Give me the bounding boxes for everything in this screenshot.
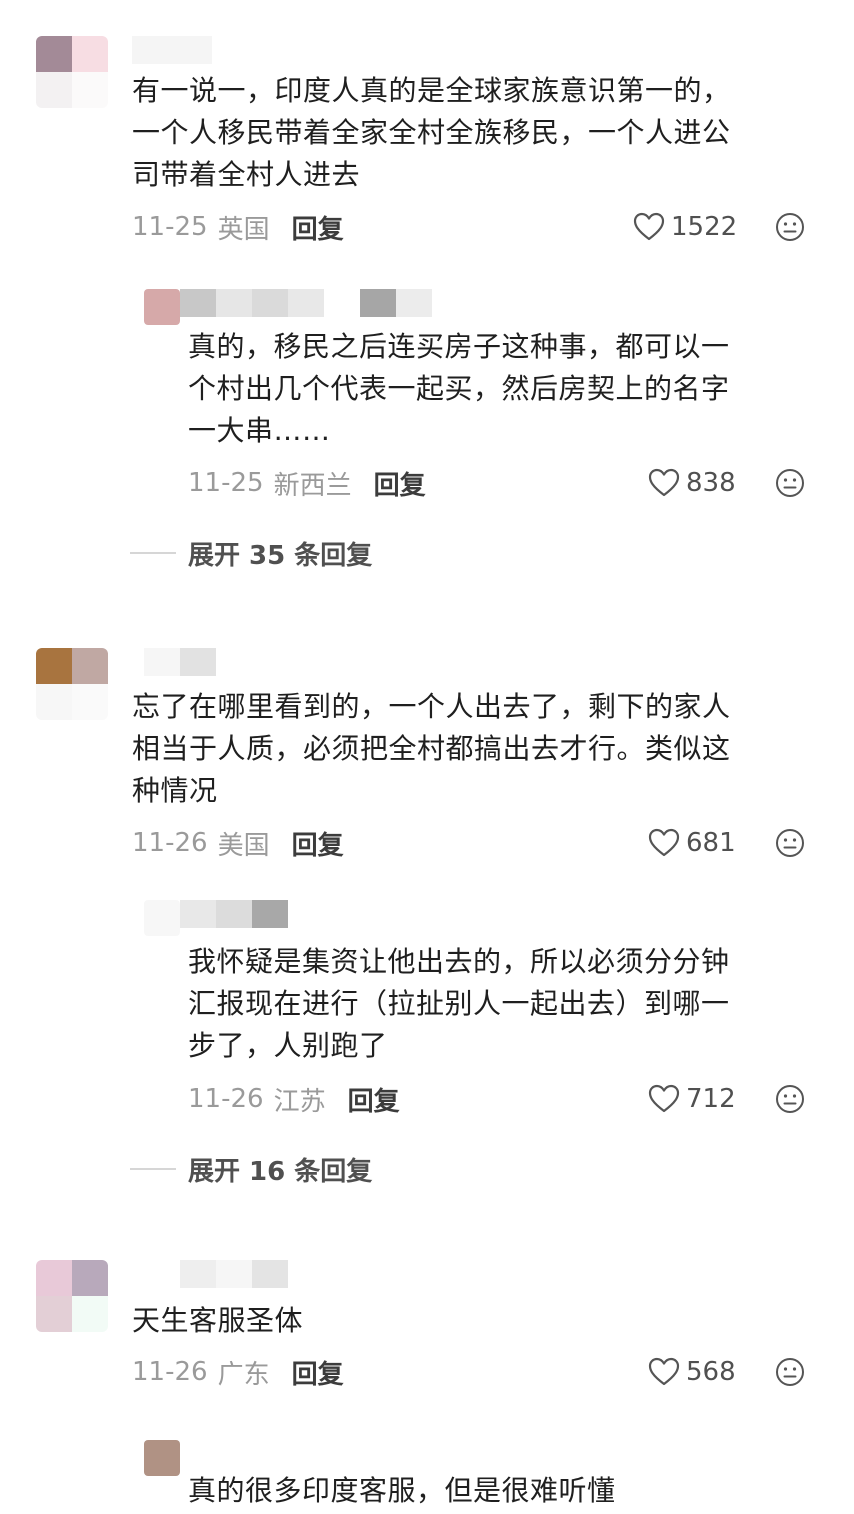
avatar[interactable] [36, 648, 108, 720]
neutral-face-icon[interactable] [775, 1357, 805, 1387]
like-count: 681 [686, 828, 736, 858]
comment-text: 天生客服圣体 [132, 1304, 304, 1337]
like-button[interactable]: 568 [648, 1352, 736, 1392]
heart-outline-icon [648, 1084, 680, 1113]
username-blurred[interactable] [132, 36, 212, 64]
like-count: 838 [686, 468, 736, 498]
reply-avatar[interactable] [144, 1440, 180, 1476]
comment-date: 11-26 [132, 1357, 208, 1387]
comment-text: 有一说一，印度人真的是全球家族意识第一的， 一个人移民带着全家全村全族移民，一个… [132, 74, 731, 191]
like-count: 1522 [671, 212, 738, 242]
divider-line [130, 1168, 176, 1170]
comment-date: 11-25 [132, 212, 208, 242]
reply-location: 新西兰 [273, 470, 352, 501]
expand-replies-label: 展开 35 条回复 [188, 540, 373, 571]
expand-replies-label: 展开 16 条回复 [188, 1156, 373, 1187]
reply-username-blurred[interactable] [180, 289, 432, 317]
reply-button[interactable]: 回复 [292, 209, 344, 246]
heart-outline-icon [648, 468, 680, 497]
like-count: 712 [686, 1084, 736, 1114]
heart-outline-icon [648, 1357, 680, 1386]
expand-replies-button[interactable]: 展开 16 条回复 [130, 1149, 372, 1189]
like-count: 568 [686, 1357, 736, 1387]
username-blurred[interactable] [180, 1260, 288, 1288]
comment-date: 11-26 [132, 828, 208, 858]
avatar[interactable] [36, 36, 108, 108]
neutral-face-icon[interactable] [775, 468, 805, 498]
comment-meta: 11-26 美国 回复 [132, 823, 344, 863]
comment-meta: 11-25 英国 回复 [132, 207, 344, 247]
comment-location: 英国 [217, 214, 270, 245]
reply-text: 真的，移民之后连买房子这种事，都可以一 个村出几个代表一起买，然后房契上的名字 … [188, 330, 730, 447]
expand-replies-button[interactable]: 展开 35 条回复 [130, 533, 372, 573]
reply-date: 11-25 [188, 468, 264, 498]
reply-username-blurred[interactable] [180, 900, 288, 928]
comment-text: 忘了在哪里看到的，一个人出去了，剩下的家人 相当于人质，必须把全村都搞出去才行。… [132, 690, 731, 807]
like-button[interactable]: 1522 [633, 207, 737, 247]
reply-button[interactable]: 回复 [348, 1081, 400, 1118]
like-button[interactable]: 681 [648, 823, 736, 863]
reply-button[interactable]: 回复 [374, 465, 426, 502]
reply-meta: 11-26 江苏 回复 [188, 1079, 400, 1119]
heart-outline-icon [648, 828, 680, 857]
avatar[interactable] [36, 1260, 108, 1332]
reply-text: 我怀疑是集资让他出去的，所以必须分分钟 汇报现在进行（拉扯别人一起出去）到哪一 … [188, 945, 730, 1062]
divider-line [130, 552, 176, 554]
reply-date: 11-26 [188, 1084, 264, 1114]
username-blurred[interactable] [144, 648, 216, 676]
reply-location: 江苏 [273, 1086, 326, 1117]
reply-button[interactable]: 回复 [292, 825, 344, 862]
reply-avatar[interactable] [144, 900, 180, 936]
neutral-face-icon[interactable] [775, 212, 805, 242]
comment-meta: 11-26 广东 回复 [132, 1352, 344, 1392]
like-button[interactable]: 838 [648, 463, 736, 503]
heart-outline-icon [633, 212, 665, 241]
reply-avatar[interactable] [144, 289, 180, 325]
reply-meta: 11-25 新西兰 回复 [188, 463, 426, 503]
reply-text: 真的很多印度客服，但是很难听懂 [188, 1474, 616, 1507]
comment-location: 广东 [217, 1359, 270, 1390]
like-button[interactable]: 712 [648, 1079, 736, 1119]
neutral-face-icon[interactable] [775, 1084, 805, 1114]
comment-location: 美国 [217, 830, 270, 861]
reply-button[interactable]: 回复 [292, 1354, 344, 1391]
neutral-face-icon[interactable] [775, 828, 805, 858]
